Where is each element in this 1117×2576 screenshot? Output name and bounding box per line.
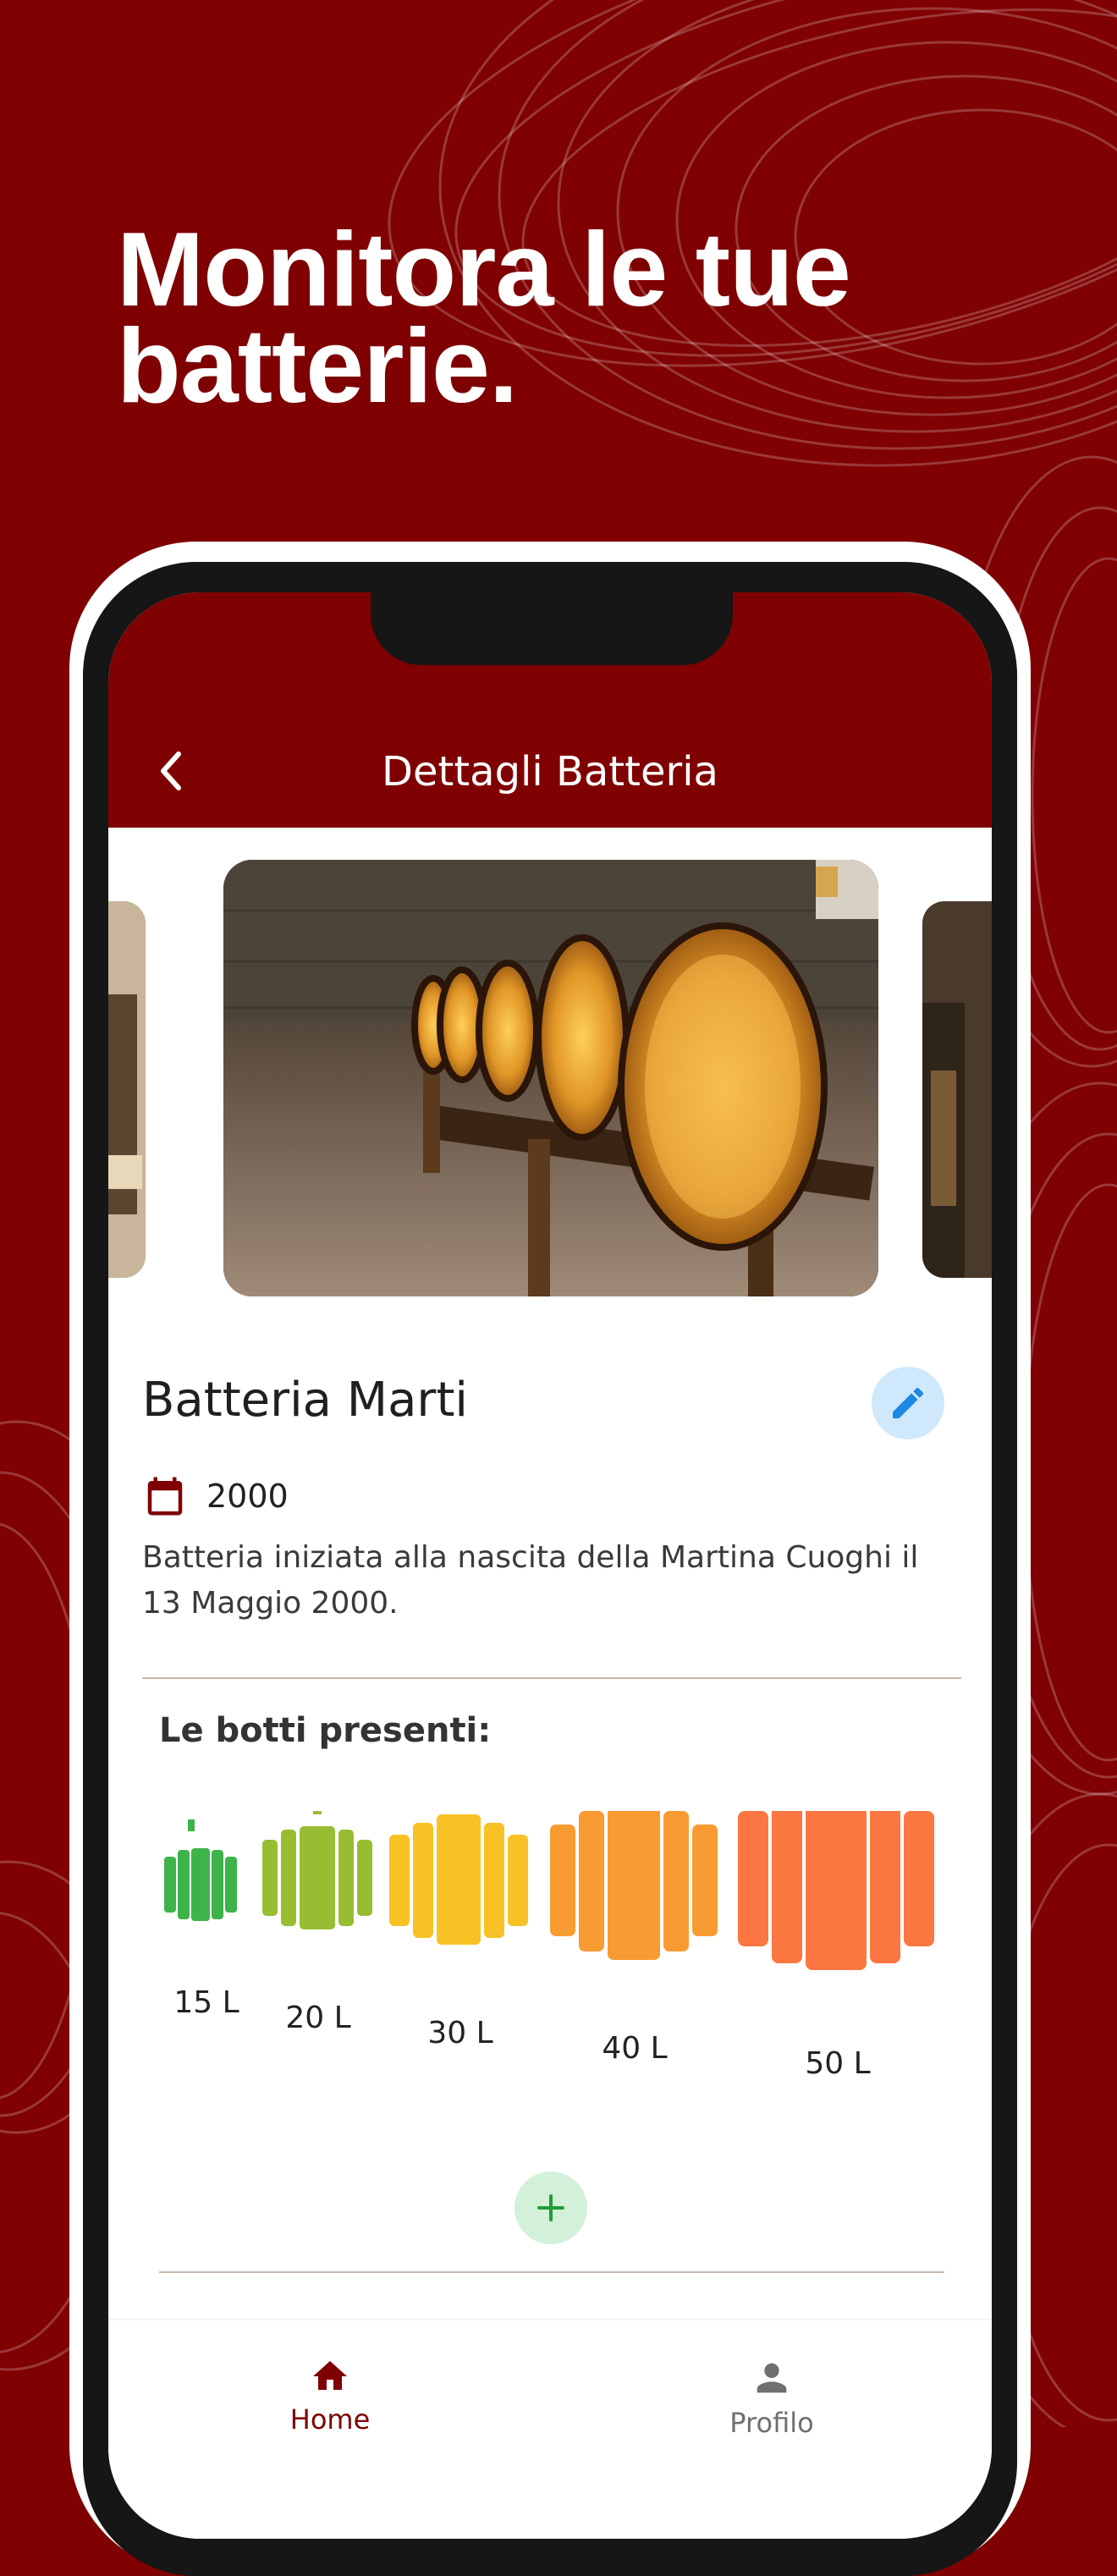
promo-headline: Monitora le tue batterie. <box>117 212 1048 425</box>
barrel-30l-icon <box>389 1814 528 1945</box>
battery-year: 2000 <box>206 1478 289 1515</box>
cellar-photo-next <box>922 901 992 1278</box>
nav-item-profile[interactable]: Profilo <box>687 2356 856 2439</box>
app-bar: Dettagli Batteria <box>108 592 992 828</box>
barrel-label-15l: 15 L <box>173 1985 239 2020</box>
promo-headline-line2: batterie. <box>117 308 518 425</box>
barrel-40l-icon <box>550 1811 718 1960</box>
nav-label-home: Home <box>289 2403 371 2436</box>
barrel-label-20l: 20 L <box>285 2001 351 2035</box>
carousel-prev-image[interactable] <box>108 901 146 1278</box>
section-divider <box>142 1677 961 1679</box>
barrels-in-cellar-photo <box>223 860 878 1296</box>
barrel-50l-icon <box>738 1811 934 1970</box>
plus-icon <box>537 2194 564 2221</box>
barrel-label-30l: 30 L <box>427 2016 493 2050</box>
person-icon <box>757 2363 787 2393</box>
carousel-main-image[interactable] <box>223 860 878 1296</box>
barrels-section-title: Le botti presenti: <box>159 1711 492 1750</box>
barrel-label-40l: 40 L <box>602 2031 668 2066</box>
page-title: Dettagli Batteria <box>382 748 718 795</box>
pencil-icon <box>893 1387 924 1418</box>
home-icon <box>313 2361 347 2390</box>
promo-headline-line1: Monitora le tue <box>117 212 851 328</box>
barrel-label-50l: 50 L <box>805 2046 871 2081</box>
nav-item-home[interactable]: Home <box>245 2356 415 2436</box>
battery-name: Batteria Marti <box>142 1373 468 1428</box>
phone-screen: Dettagli Batteria Batteria Marti 2000 Ba… <box>108 592 992 2539</box>
battery-description: Batteria iniziata alla nascita della Mar… <box>142 1540 919 1621</box>
bottom-divider <box>159 2271 944 2273</box>
phone-notch <box>371 592 733 665</box>
bottom-navigation: Home Profilo <box>108 2319 992 2539</box>
barrel-20l-icon <box>262 1811 372 1929</box>
barrel-15l-icon <box>164 1819 237 1921</box>
carousel-next-image[interactable] <box>922 901 992 1278</box>
nav-label-profile: Profilo <box>729 2407 814 2439</box>
calendar-icon <box>147 1477 183 1516</box>
edit-battery-button[interactable] <box>872 1367 944 1439</box>
cellar-photo-prev <box>108 901 146 1278</box>
add-barrel-button[interactable] <box>514 2171 587 2244</box>
battery-year-row: 2000 <box>142 1472 289 1520</box>
